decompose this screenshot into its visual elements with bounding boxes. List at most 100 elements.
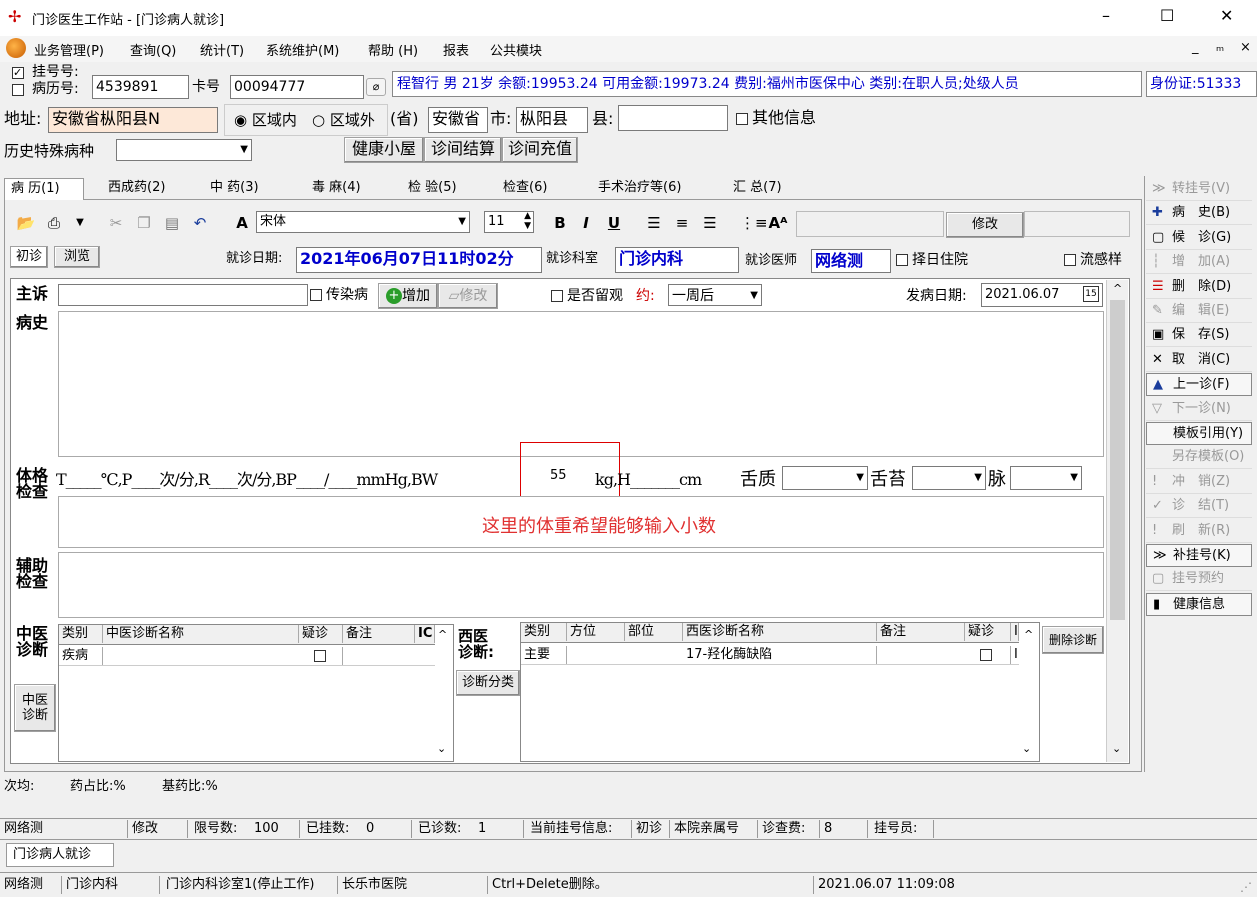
template-ref-button[interactable]: 模板引用(Y) (1146, 422, 1252, 445)
pulse-select[interactable]: ▼ (1010, 466, 1082, 490)
italic-button[interactable]: I (576, 212, 596, 234)
transfer-reg-button[interactable]: ≫ 转挂号(V) (1146, 178, 1252, 201)
tab-narcotic[interactable]: 毒 麻(4) (312, 178, 361, 200)
refresh-button[interactable]: ! 刷 新(R) (1146, 520, 1252, 543)
open-folder-icon[interactable]: 📂 (16, 212, 36, 234)
reg-appointment-button[interactable]: ▢ 挂号预约 (1146, 568, 1252, 592)
maximize-button[interactable]: ☐ (1160, 6, 1174, 25)
city-input[interactable]: 枞阳县 (516, 107, 588, 133)
save-button[interactable]: ▣ 保 存(S) (1146, 324, 1252, 348)
paste-icon[interactable]: ▤ (162, 212, 182, 234)
infectious-checkbox[interactable]: 传染病 (310, 285, 368, 305)
menu-item-business[interactable]: 业务管理(P) (34, 40, 104, 59)
card-read-icon[interactable]: ⌀ (366, 78, 386, 96)
in-area-radio[interactable]: ◉ 区域内 (234, 110, 297, 130)
prev-visit-button[interactable]: ▲ 上一诊(F) (1146, 373, 1252, 397)
onset-date-input[interactable]: 2021.06.07 15 (981, 283, 1103, 307)
record-scrollbar[interactable]: ^ ⌄ (1106, 280, 1128, 762)
menu-item-public[interactable]: 公共模块 (490, 40, 542, 59)
menu-item-help[interactable]: 帮助 (H) (368, 40, 418, 59)
font-select[interactable]: 宋体 ▼ (256, 211, 470, 233)
inpatient-checkbox[interactable]: 择日住院 (896, 250, 968, 270)
modify-toolbar-button[interactable]: 修改 (946, 212, 1024, 238)
county-input[interactable] (618, 105, 728, 131)
bold-button[interactable]: B (550, 212, 570, 234)
coating-select[interactable]: ▼ (912, 466, 986, 490)
other-info-checkbox[interactable]: 其他信息 (736, 108, 816, 128)
text-color-icon[interactable]: Aᴬ (768, 212, 788, 234)
observe-checkbox[interactable]: 是否留观 (551, 286, 623, 306)
tab-surgery[interactable]: 手术治疗等(6) (598, 178, 681, 200)
next-visit-button[interactable]: ▽ 下一诊(N) (1146, 398, 1252, 421)
tab-chinese-drug[interactable]: 中 药(3) (210, 178, 259, 200)
add-button[interactable]: ┆ 增 加(A) (1146, 251, 1252, 275)
tab-lab[interactable]: 检 验(5) (408, 178, 457, 200)
resize-grip-icon[interactable]: ⋰ (1240, 880, 1252, 894)
scroll-thumb[interactable] (1110, 300, 1125, 620)
table-row[interactable]: 疾病 (59, 646, 435, 666)
aux-textarea[interactable] (58, 552, 1104, 618)
cancel-button[interactable]: ✕ 取 消(C) (1146, 349, 1252, 372)
bullet-list-icon[interactable]: ⋮≡ (740, 212, 768, 234)
tcm-scroll-up-icon[interactable]: ^ (438, 628, 447, 641)
menu-item-report[interactable]: 报表 (443, 40, 469, 59)
address-input[interactable]: 安徽省枞阳县N (48, 107, 218, 133)
western-scroll-down-icon[interactable]: ⌄ (1022, 742, 1031, 755)
scroll-up-icon[interactable]: ^ (1113, 282, 1122, 295)
copy-icon[interactable]: ❐ (134, 212, 154, 234)
first-visit-button[interactable]: 初诊 (10, 246, 48, 268)
save-template-button[interactable]: 另存模板(O) (1146, 446, 1252, 470)
tab-medical-record[interactable]: 病 历(1) (4, 178, 84, 200)
mdi-minimize-button[interactable]: _ (1192, 40, 1199, 55)
history-textarea[interactable] (58, 311, 1104, 457)
health-info-button[interactable]: ▮ 健康信息 (1146, 592, 1252, 616)
tcm-diagnosis-button[interactable]: 中医 诊断 (14, 684, 56, 732)
card-no-input[interactable]: 00094777 (230, 75, 364, 99)
doc-tab-outpatient[interactable]: 门诊病人就诊 (6, 843, 114, 867)
tcm-cell-suspect[interactable] (299, 647, 343, 665)
undo-icon[interactable]: ↶ (190, 212, 210, 234)
record-checkbox[interactable] (12, 84, 24, 96)
font-size-select[interactable]: 11 ▲ ▼ (484, 211, 534, 233)
finish-visit-button[interactable]: ✓ 诊 结(T) (1146, 495, 1252, 519)
clinic-recharge-button[interactable]: 诊间充值 (502, 137, 578, 163)
clinic-settle-button[interactable]: 诊间结算 (424, 137, 502, 163)
print-icon[interactable]: ⎙ (44, 212, 64, 234)
edit-button[interactable]: ✎ 编 辑(E) (1146, 300, 1252, 323)
menu-item-system[interactable]: 系统维护(M) (266, 40, 339, 59)
mdi-restore-button[interactable]: ₘ (1216, 40, 1224, 55)
complaint-input[interactable] (58, 284, 308, 306)
flu-checkbox[interactable]: 流感样 (1064, 250, 1122, 270)
tcm-scroll-down-icon[interactable]: ⌄ (437, 742, 446, 755)
health-hut-button[interactable]: 健康小屋 (344, 137, 424, 163)
western-scroll-up-icon[interactable]: ^ (1024, 628, 1033, 641)
supplement-reg-button[interactable]: ≫ 补挂号(K) (1146, 544, 1252, 567)
add-complaint-button[interactable]: + 增加 (378, 283, 438, 309)
reg-no-input[interactable]: 4539891 (92, 75, 189, 99)
underline-button[interactable]: U (604, 212, 624, 234)
minimize-button[interactable]: – (1102, 6, 1110, 25)
print-dropdown-icon[interactable]: ▼ (70, 212, 90, 234)
close-button[interactable]: ✕ (1220, 6, 1233, 25)
tab-western-drug[interactable]: 西成药(2) (108, 178, 165, 200)
align-right-icon[interactable]: ☰ (700, 212, 720, 234)
table-row[interactable]: 主要 17-羟化酶缺陷 I (521, 645, 1019, 665)
history-button[interactable]: ✚ 病 史(B) (1146, 202, 1252, 226)
province-input[interactable]: 安徽省 (428, 107, 488, 133)
out-area-radio[interactable]: ○ 区域外 (312, 110, 375, 130)
cut-icon[interactable]: ✂ (106, 212, 126, 234)
menu-item-query[interactable]: 查询(Q) (130, 40, 176, 59)
menu-item-stats[interactable]: 统计(T) (200, 40, 244, 59)
reverse-button[interactable]: ! 冲 销(Z) (1146, 471, 1252, 494)
mdi-close-button[interactable]: × (1240, 40, 1251, 55)
waiting-button[interactable]: ▢ 候 诊(G) (1146, 227, 1252, 250)
delete-button[interactable]: ☰ 删 除(D) (1146, 276, 1252, 299)
tab-exam[interactable]: 检查(6) (503, 178, 547, 200)
delete-diagnosis-button[interactable]: 删除诊断 (1042, 626, 1104, 654)
diagnosis-classify-button[interactable]: 诊断分类 (456, 670, 520, 696)
tab-summary[interactable]: 汇 总(7) (733, 178, 782, 200)
western-cell-suspect[interactable] (965, 646, 1011, 664)
appointment-select[interactable]: 一周后 ▼ (668, 284, 762, 306)
scroll-down-icon[interactable]: ⌄ (1112, 742, 1121, 755)
history-disease-select[interactable]: ▼ (116, 139, 252, 161)
